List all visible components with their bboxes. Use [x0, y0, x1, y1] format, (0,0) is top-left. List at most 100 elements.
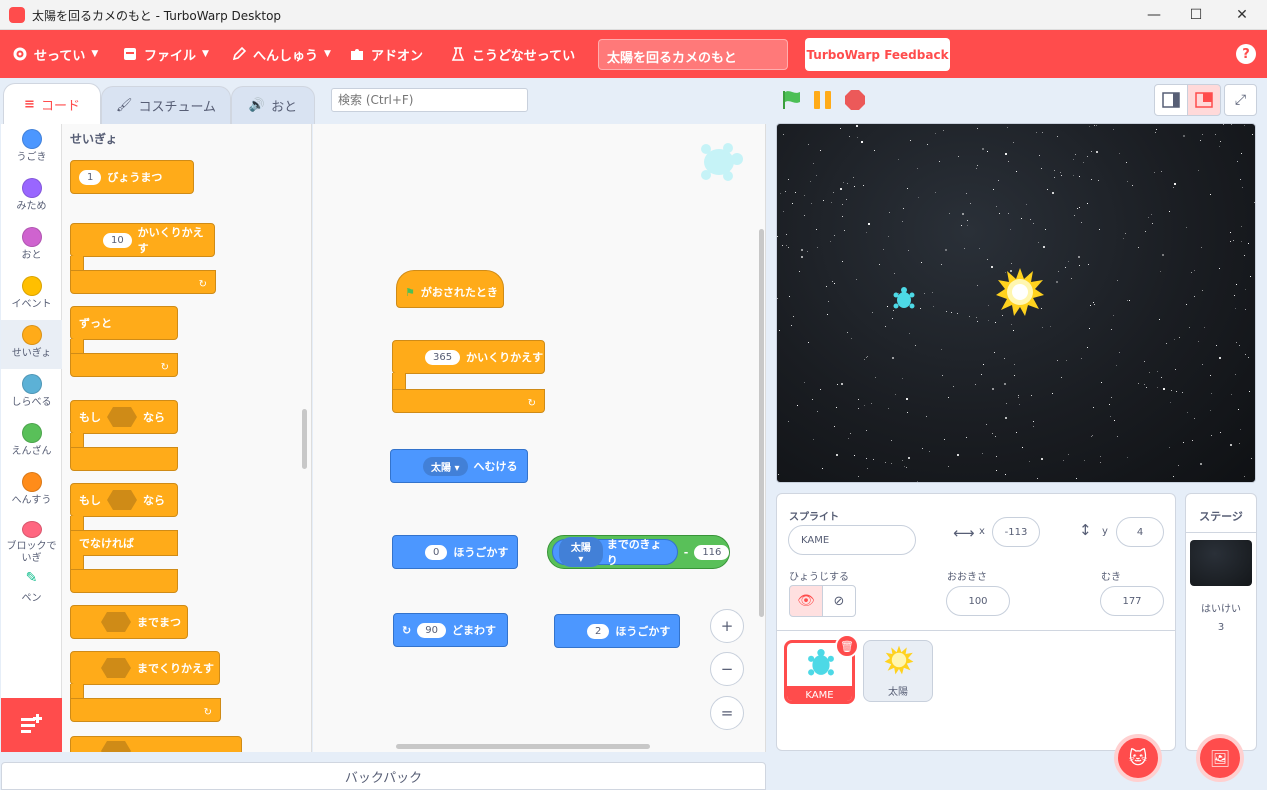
block-subtract[interactable]: 太陽 ▾ までのきょり - 116	[547, 535, 730, 569]
y-input[interactable]: 4	[1116, 517, 1164, 547]
category-9[interactable]: ✎ ペン	[1, 565, 62, 614]
category-5[interactable]: しらべる	[1, 369, 62, 418]
block-forever[interactable]: ずっと	[70, 306, 178, 340]
workspace-hscrollbar[interactable]	[396, 744, 650, 749]
zoom-reset-button[interactable]: =	[710, 696, 744, 730]
star	[849, 136, 850, 137]
zoom-out-button[interactable]: −	[710, 652, 744, 686]
stop-button[interactable]	[844, 89, 866, 111]
category-8[interactable]: ブロックでいぎ	[1, 516, 62, 565]
large-stage-button[interactable]	[1187, 84, 1221, 116]
stage-canvas[interactable]	[776, 123, 1256, 483]
repeat-value[interactable]: 10	[103, 232, 132, 248]
feedback-button[interactable]: TurboWarp Feedback	[805, 38, 950, 71]
menu-edit[interactable]: へんしゅう ▼	[231, 30, 331, 78]
condition-slot[interactable]	[107, 407, 137, 427]
block-repeat-until[interactable]: までくりかえす	[70, 651, 220, 685]
zoom-in-button[interactable]: +	[710, 609, 744, 643]
turn-degrees[interactable]: 90	[417, 622, 446, 638]
tab-sound[interactable]: 🔊 おと	[231, 86, 315, 124]
point-target-dropdown[interactable]: 太陽 ▾	[423, 456, 468, 476]
condition-slot[interactable]	[101, 612, 131, 632]
add-backdrop-button[interactable]: 🖼	[1196, 734, 1244, 782]
move2-steps[interactable]: 2	[587, 623, 610, 639]
small-stage-button[interactable]	[1154, 84, 1188, 116]
tab-code[interactable]: ≡ コード	[3, 83, 101, 124]
category-0[interactable]: うごき	[1, 124, 62, 173]
star	[883, 249, 884, 250]
block-move-2[interactable]: 2 ほうごかす	[554, 614, 680, 648]
block-wait-until[interactable]: までまつ	[70, 605, 188, 639]
turtle-sprite[interactable]	[892, 287, 916, 313]
block-when-flag-clicked[interactable]: ⚑ がおされたとき	[396, 270, 504, 308]
block-repeat[interactable]: 10 かいくりかえす	[70, 223, 215, 257]
repeat-count[interactable]: 365	[425, 349, 461, 365]
minimize-button[interactable]: —	[1131, 0, 1177, 30]
green-flag-button[interactable]	[780, 89, 802, 111]
delete-sprite-button[interactable]: 🗑	[835, 634, 859, 658]
fullscreen-button[interactable]: ⤢	[1224, 84, 1257, 116]
star	[1179, 337, 1180, 338]
size-input[interactable]: 100	[946, 586, 1010, 616]
menu-file[interactable]: ファイル ▼	[122, 30, 209, 78]
block-point-towards[interactable]: 太陽 ▾ へむける	[390, 449, 528, 483]
block-if[interactable]: もし なら	[70, 400, 178, 434]
category-1[interactable]: みため	[1, 173, 62, 222]
star	[1057, 136, 1058, 137]
star	[820, 150, 821, 151]
block-partial[interactable]	[70, 736, 242, 752]
script-workspace[interactable]: ⚑ がおされたとき 365 かいくりかえす ↻ 太陽 ▾ へむける 0 ほうごか…	[313, 124, 766, 752]
sun-sprite[interactable]	[995, 267, 1045, 317]
x-input[interactable]: -113	[992, 517, 1040, 547]
star	[953, 386, 954, 387]
block-if-else[interactable]: もし なら	[70, 483, 178, 517]
backdrops-count: 3	[1217, 622, 1225, 633]
direction-input[interactable]: 177	[1100, 586, 1164, 616]
hide-sprite-button[interactable]: ⊘	[822, 585, 856, 617]
star	[961, 225, 962, 226]
project-title-input[interactable]: 太陽を回るカメのもと	[598, 39, 788, 70]
show-sprite-button[interactable]: 👁	[789, 585, 823, 617]
stage-selector-pane[interactable]: ステージ はいけい 3 🖼	[1185, 493, 1257, 782]
category-3[interactable]: イベント	[1, 271, 62, 320]
distance-target-dropdown[interactable]: 太陽 ▾	[559, 537, 603, 567]
search-input[interactable]	[331, 88, 528, 112]
category-4[interactable]: せいぎょ	[1, 320, 62, 369]
condition-slot[interactable]	[107, 490, 137, 510]
sprite-name-input[interactable]: KAME	[788, 525, 916, 555]
tab-costume[interactable]: 🖌 コスチューム	[101, 86, 231, 124]
star	[1119, 153, 1120, 154]
star	[1251, 458, 1252, 459]
sprite-thumb-sun[interactable]: 太陽	[863, 640, 933, 702]
add-extension-button[interactable]	[1, 698, 62, 752]
condition-slot[interactable]	[101, 741, 131, 752]
menu-advanced[interactable]: こうどなせってい	[450, 30, 575, 78]
wait-value[interactable]: 1	[79, 169, 102, 185]
block-turn[interactable]: ↻ 90 どまわす	[393, 613, 508, 647]
block-repeat-365[interactable]: 365 かいくりかえす	[392, 340, 545, 374]
category-6[interactable]: えんざん	[1, 418, 62, 467]
pause-button[interactable]	[812, 89, 834, 111]
block-wait[interactable]: 1 びょうまつ	[70, 160, 194, 194]
sprite-label: スプライト	[789, 512, 839, 523]
block-move[interactable]: 0 ほうごかす	[392, 535, 518, 569]
palette-scrollbar[interactable]	[302, 409, 307, 469]
subtract-value[interactable]: 116	[694, 544, 729, 560]
move-steps[interactable]: 0	[425, 544, 448, 560]
block-distance-to[interactable]: 太陽 ▾ までのきょり	[552, 537, 678, 567]
code-icon: ≡	[24, 96, 35, 112]
category-2[interactable]: おと	[1, 222, 62, 271]
star	[1220, 432, 1221, 433]
divider	[1186, 532, 1256, 533]
menu-addons[interactable]: アドオン	[349, 30, 423, 78]
category-7[interactable]: へんすう	[1, 467, 62, 516]
menu-settings[interactable]: せってい ▼	[12, 30, 98, 78]
help-icon[interactable]: ?	[1236, 44, 1256, 64]
workspace-vscrollbar[interactable]	[759, 229, 764, 617]
condition-slot[interactable]	[101, 658, 131, 678]
maximize-button[interactable]: ☐	[1173, 0, 1219, 30]
add-sprite-button[interactable]: 🐱	[1114, 734, 1162, 782]
close-button[interactable]: ✕	[1219, 0, 1265, 30]
backpack-bar[interactable]: バックパック	[1, 762, 766, 790]
category-label: おと	[21, 250, 42, 261]
